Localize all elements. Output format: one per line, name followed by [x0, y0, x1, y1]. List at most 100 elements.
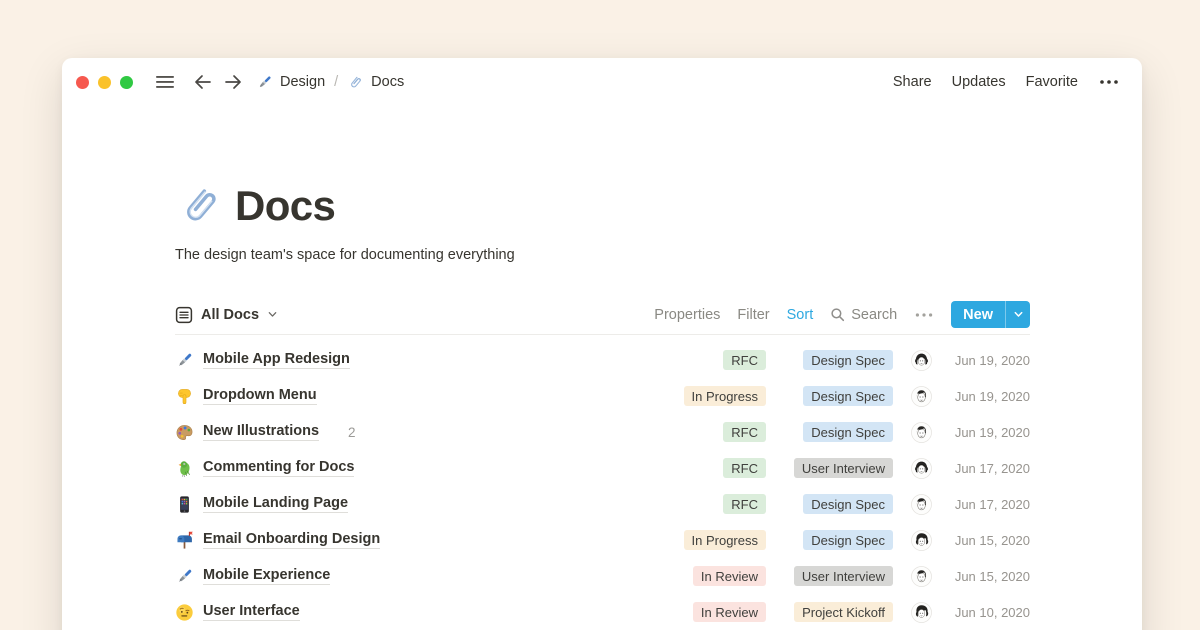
- search-button[interactable]: Search: [830, 307, 897, 323]
- search-label: Search: [851, 307, 897, 323]
- app-window: Design / Docs Share Updates Favorite Doc…: [62, 58, 1142, 630]
- status-cell: In Review: [646, 602, 766, 622]
- status-tag[interactable]: RFC: [723, 494, 766, 514]
- woman-headphones-avatar[interactable]: [911, 458, 932, 479]
- doc-title-link[interactable]: Mobile App Redesign: [203, 351, 350, 369]
- man-avatar[interactable]: [911, 566, 932, 587]
- back-button[interactable]: [193, 73, 213, 91]
- status-tag[interactable]: In Progress: [684, 530, 766, 550]
- doc-cell: Email Onboarding Design: [175, 531, 646, 550]
- more-options-icon[interactable]: [1098, 74, 1120, 90]
- status-tag[interactable]: RFC: [723, 350, 766, 370]
- doc-cell: Commenting for Docs: [175, 459, 646, 478]
- pointing-down-icon: [175, 387, 194, 406]
- date-label: Jun 15, 2020: [946, 569, 1030, 584]
- date-label: Jun 15, 2020: [946, 533, 1030, 548]
- doc-cell: Mobile Experience: [175, 567, 646, 586]
- man-avatar[interactable]: [911, 386, 932, 407]
- type-tag[interactable]: User Interview: [794, 566, 893, 586]
- paintbrush-icon: [175, 351, 194, 370]
- doc-cell: Mobile Landing Page: [175, 495, 646, 514]
- breadcrumb: Design / Docs: [256, 74, 404, 91]
- type-tag[interactable]: Design Spec: [803, 422, 893, 442]
- database-toolbar: All Docs Properties Filter Sort Search N…: [175, 301, 1030, 335]
- type-tag[interactable]: Design Spec: [803, 494, 893, 514]
- type-cell: User Interview: [775, 566, 893, 586]
- page-paperclip-icon[interactable]: [175, 181, 225, 231]
- doc-title-link[interactable]: User Interface: [203, 603, 300, 621]
- doc-title-link[interactable]: Mobile Experience: [203, 567, 330, 585]
- view-label: All Docs: [201, 307, 259, 323]
- comment-count[interactable]: 2: [329, 425, 356, 440]
- forward-button[interactable]: [223, 73, 243, 91]
- toolbar-more-icon[interactable]: [914, 308, 934, 322]
- man-avatar[interactable]: [911, 494, 932, 515]
- status-tag[interactable]: RFC: [723, 458, 766, 478]
- type-tag[interactable]: User Interview: [794, 458, 893, 478]
- status-tag[interactable]: RFC: [723, 422, 766, 442]
- status-tag[interactable]: In Review: [693, 602, 766, 622]
- type-tag[interactable]: Design Spec: [803, 386, 893, 406]
- chevron-down-icon: [267, 309, 278, 320]
- type-cell: Design Spec: [775, 422, 893, 442]
- table-row: Email Onboarding Design In Progress Desi…: [175, 522, 1030, 558]
- minimize-button[interactable]: [98, 76, 111, 89]
- table-row: New Illustrations 2 RFC Design Spec Jun …: [175, 414, 1030, 450]
- new-button-main[interactable]: New: [951, 301, 1005, 328]
- mobile-phone-icon: [175, 495, 194, 514]
- status-tag[interactable]: In Progress: [684, 386, 766, 406]
- type-cell: Design Spec: [775, 386, 893, 406]
- favorite-button[interactable]: Favorite: [1026, 74, 1078, 90]
- breadcrumb-label: Docs: [371, 74, 404, 90]
- zoom-button[interactable]: [120, 76, 133, 89]
- status-cell: RFC: [646, 494, 766, 514]
- type-tag[interactable]: Design Spec: [803, 530, 893, 550]
- doc-title-link[interactable]: Mobile Landing Page: [203, 495, 348, 513]
- paperclip-icon: [347, 74, 364, 91]
- doc-cell: Dropdown Menu: [175, 387, 646, 406]
- type-tag[interactable]: Design Spec: [803, 350, 893, 370]
- updates-button[interactable]: Updates: [952, 74, 1006, 90]
- doc-title-link[interactable]: Dropdown Menu: [203, 387, 317, 405]
- date-label: Jun 19, 2020: [946, 353, 1030, 368]
- properties-button[interactable]: Properties: [654, 307, 720, 323]
- table-row: Commenting for Docs RFC User Interview J…: [175, 450, 1030, 486]
- new-button-dropdown[interactable]: [1005, 301, 1030, 328]
- woman-curly-avatar[interactable]: [911, 530, 932, 551]
- hamburger-menu-icon[interactable]: [155, 74, 175, 90]
- titlebar-actions: Share Updates Favorite: [893, 74, 1120, 90]
- view-switcher[interactable]: All Docs: [175, 306, 278, 324]
- woman-headphones-avatar[interactable]: [911, 350, 932, 371]
- status-cell: RFC: [646, 458, 766, 478]
- breadcrumb-item-design[interactable]: Design: [256, 74, 325, 91]
- woman-curly-avatar[interactable]: [911, 602, 932, 623]
- type-tag[interactable]: Project Kickoff: [794, 602, 893, 622]
- doc-cell: New Illustrations 2: [175, 423, 646, 442]
- table-row: Mobile Experience In Review User Intervi…: [175, 558, 1030, 594]
- filter-button[interactable]: Filter: [737, 307, 769, 323]
- table-row: Mobile App Redesign RFC Design Spec Jun …: [175, 342, 1030, 378]
- status-cell: RFC: [646, 350, 766, 370]
- docs-table: Mobile App Redesign RFC Design Spec Jun …: [175, 342, 1030, 630]
- type-cell: Project Kickoff: [775, 602, 893, 622]
- doc-title-link[interactable]: New Illustrations: [203, 423, 319, 441]
- table-row: Mobile Landing Page RFC Design Spec Jun …: [175, 486, 1030, 522]
- breadcrumb-item-docs[interactable]: Docs: [347, 74, 404, 91]
- type-cell: Design Spec: [775, 494, 893, 514]
- close-button[interactable]: [76, 76, 89, 89]
- doc-title-link[interactable]: Commenting for Docs: [203, 459, 354, 477]
- share-button[interactable]: Share: [893, 74, 932, 90]
- titlebar: Design / Docs Share Updates Favorite: [62, 58, 1142, 106]
- sort-button[interactable]: Sort: [787, 307, 814, 323]
- date-label: Jun 19, 2020: [946, 389, 1030, 404]
- type-cell: User Interview: [775, 458, 893, 478]
- doc-title-link[interactable]: Email Onboarding Design: [203, 531, 380, 549]
- status-tag[interactable]: In Review: [693, 566, 766, 586]
- date-label: Jun 17, 2020: [946, 461, 1030, 476]
- page-subtitle: The design team's space for documenting …: [175, 247, 1030, 263]
- status-cell: In Review: [646, 566, 766, 586]
- breadcrumb-separator: /: [334, 74, 338, 90]
- man-avatar[interactable]: [911, 422, 932, 443]
- table-row: User Interface In Review Project Kickoff…: [175, 594, 1030, 630]
- doc-cell: User Interface: [175, 603, 646, 622]
